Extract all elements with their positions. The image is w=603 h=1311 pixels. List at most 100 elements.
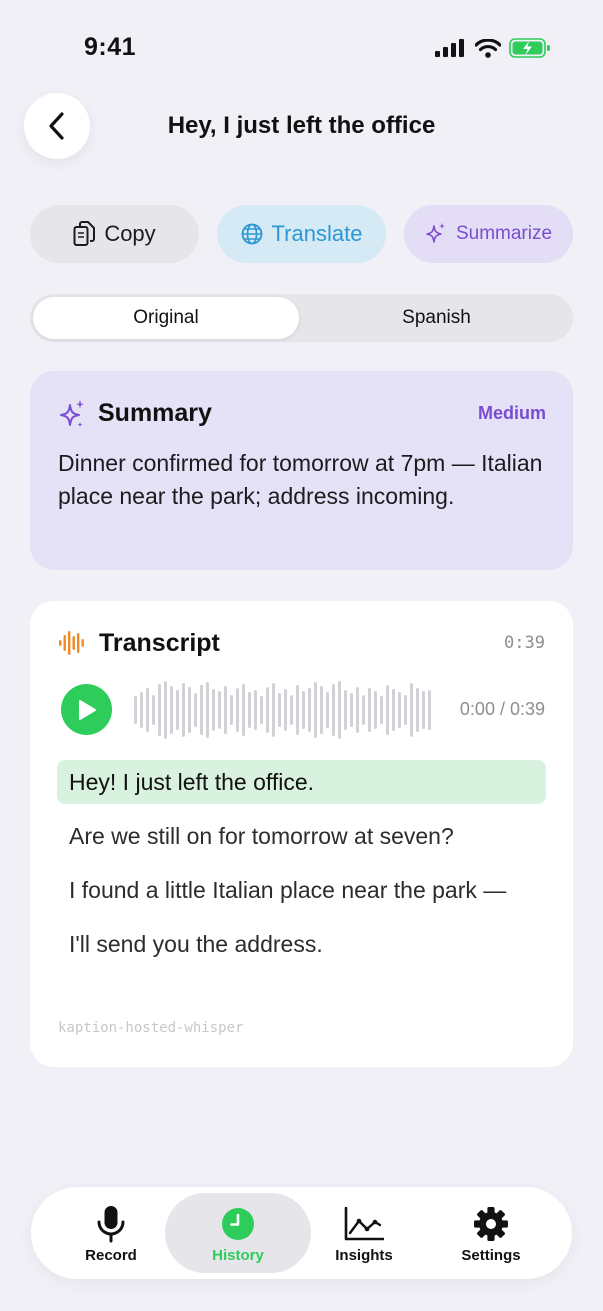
sparkles-icon bbox=[426, 223, 445, 243]
battery-charging-icon bbox=[509, 38, 550, 58]
transcript-line[interactable]: Are we still on for tomorrow at seven? bbox=[57, 814, 546, 858]
translate-button[interactable]: Translate bbox=[217, 205, 386, 263]
waveform-bar bbox=[134, 696, 137, 724]
waveform-icon bbox=[59, 631, 84, 655]
waveform-bar bbox=[422, 691, 425, 729]
waveform-bar bbox=[146, 688, 149, 732]
summary-title: Summary bbox=[98, 399, 212, 427]
transcript-lines: Hey! I just left the office. Are we stil… bbox=[57, 760, 546, 966]
play-button[interactable] bbox=[61, 684, 112, 735]
waveform-bar bbox=[248, 692, 251, 728]
waveform-bar bbox=[176, 690, 179, 730]
waveform-bar bbox=[224, 686, 227, 734]
waveform-bar bbox=[350, 693, 353, 727]
waveform-bar bbox=[290, 695, 293, 725]
waveform-bar bbox=[338, 681, 341, 739]
waveform-bar bbox=[386, 685, 389, 735]
waveform-bar bbox=[278, 693, 281, 727]
waveform-bar bbox=[266, 687, 269, 733]
segment-spanish[interactable]: Spanish bbox=[303, 297, 570, 339]
mic-icon bbox=[97, 1206, 125, 1243]
globe-icon bbox=[241, 223, 262, 245]
waveform-bar bbox=[188, 687, 191, 733]
waveform-bar bbox=[236, 688, 239, 732]
waveform-bar bbox=[284, 689, 287, 731]
tab-insights-label: Insights bbox=[335, 1247, 393, 1264]
transcript-title: Transcript bbox=[99, 629, 220, 657]
tab-history-label: History bbox=[212, 1247, 264, 1264]
waveform-bar bbox=[380, 696, 383, 724]
waveform-bar bbox=[140, 692, 143, 728]
waveform-bar bbox=[218, 691, 221, 729]
tab-insights[interactable]: Insights bbox=[291, 1193, 437, 1273]
status-bar: 9:41 bbox=[0, 0, 603, 90]
tab-bar: Record History Insights Settings bbox=[31, 1187, 572, 1279]
waveform-bar bbox=[200, 685, 203, 735]
waveform-bar bbox=[296, 685, 299, 735]
transcription-model-label: kaption-hosted-whisper bbox=[58, 1020, 244, 1036]
transcript-duration: 0:39 bbox=[504, 633, 545, 653]
waveform-bar bbox=[368, 688, 371, 732]
copy-label: Copy bbox=[104, 221, 156, 246]
transcript-card: Transcript 0:39 0:00 / 0:39 Hey! I just … bbox=[30, 601, 573, 1067]
playback-time: 0:00 / 0:39 bbox=[459, 699, 545, 719]
transcript-line[interactable]: I found a little Italian place near the … bbox=[57, 868, 546, 912]
waveform-bar bbox=[398, 692, 401, 728]
waveform-bar bbox=[392, 689, 395, 731]
waveform-bar bbox=[428, 690, 431, 730]
summary-card: Summary Medium Dinner confirmed for tomo… bbox=[30, 371, 573, 570]
waveform-bar bbox=[332, 684, 335, 736]
waveform-bar bbox=[182, 683, 185, 737]
waveform-bar bbox=[212, 689, 215, 731]
waveform-bar bbox=[152, 695, 155, 725]
waveform-bar bbox=[308, 688, 311, 732]
chart-icon bbox=[344, 1207, 384, 1241]
play-icon bbox=[78, 699, 96, 720]
segment-original[interactable]: Original bbox=[33, 297, 299, 339]
tab-history[interactable]: History bbox=[165, 1193, 311, 1273]
waveform-bar bbox=[302, 691, 305, 729]
waveform-bar bbox=[260, 696, 263, 724]
summary-text: Dinner confirmed for tomorrow at 7pm — I… bbox=[58, 450, 543, 509]
page-title: Hey, I just left the office bbox=[167, 112, 436, 139]
waveform-bar bbox=[254, 690, 257, 730]
action-buttons: Copy Translate Summarize bbox=[30, 205, 573, 263]
tab-settings[interactable]: Settings bbox=[418, 1193, 564, 1273]
summary-level-badge[interactable]: Medium bbox=[478, 403, 546, 424]
waveform-bar bbox=[362, 695, 365, 725]
waveform-bar bbox=[158, 684, 161, 736]
waveform-bar bbox=[206, 682, 209, 738]
waveform-bar bbox=[320, 686, 323, 734]
transcript-line[interactable]: I'll send you the address. bbox=[57, 922, 546, 966]
waveform-bar bbox=[344, 690, 347, 730]
signal-icon bbox=[435, 39, 464, 57]
summarize-button[interactable]: Summarize bbox=[404, 205, 573, 263]
translate-label: Translate bbox=[271, 221, 363, 246]
waveform-bar bbox=[170, 686, 173, 734]
waveform-bar bbox=[374, 691, 377, 729]
waveform-bar bbox=[356, 687, 359, 733]
transcript-line[interactable]: Hey! I just left the office. bbox=[57, 760, 546, 804]
waveform-bar bbox=[410, 683, 413, 737]
status-time: 9:41 bbox=[84, 33, 137, 61]
status-icons bbox=[435, 38, 551, 58]
sparkles-icon bbox=[60, 400, 84, 427]
waveform-bar bbox=[314, 682, 317, 738]
waveform-bar bbox=[416, 688, 419, 732]
waveform-bar bbox=[404, 695, 407, 725]
copy-icon bbox=[73, 221, 96, 246]
waveform-bar bbox=[230, 695, 233, 725]
gear-icon bbox=[474, 1207, 508, 1241]
waveform-bar bbox=[164, 681, 167, 739]
tab-record[interactable]: Record bbox=[38, 1193, 184, 1273]
clock-icon bbox=[222, 1208, 254, 1240]
wifi-icon bbox=[475, 38, 501, 58]
audio-waveform-scrubber[interactable] bbox=[134, 679, 434, 741]
copy-button[interactable]: Copy bbox=[30, 205, 199, 263]
waveform-bar bbox=[242, 684, 245, 736]
waveform-bar bbox=[326, 692, 329, 728]
waveform-bar bbox=[194, 693, 197, 727]
tab-record-label: Record bbox=[85, 1247, 137, 1264]
tab-settings-label: Settings bbox=[461, 1247, 521, 1264]
summarize-label: Summarize bbox=[455, 223, 553, 244]
